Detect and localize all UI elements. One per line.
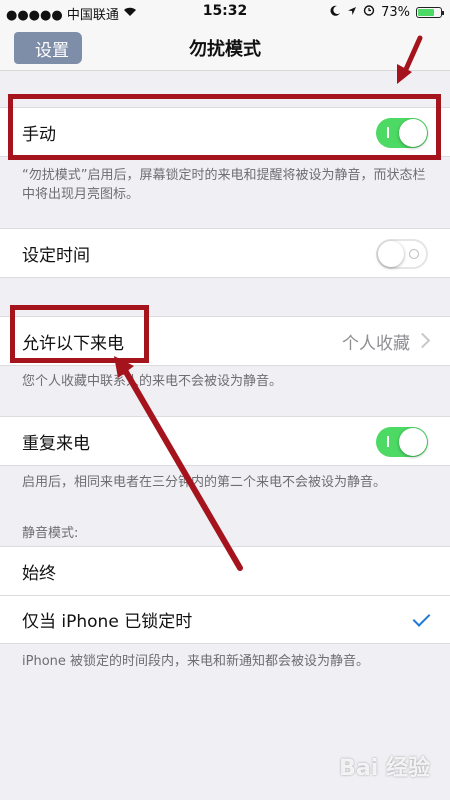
annotation-arrow-top-right [397,35,423,84]
watermark: Bai 经验 [339,756,430,781]
annotation-arrows [114,35,423,571]
annotation-arrow-lower [114,356,243,571]
